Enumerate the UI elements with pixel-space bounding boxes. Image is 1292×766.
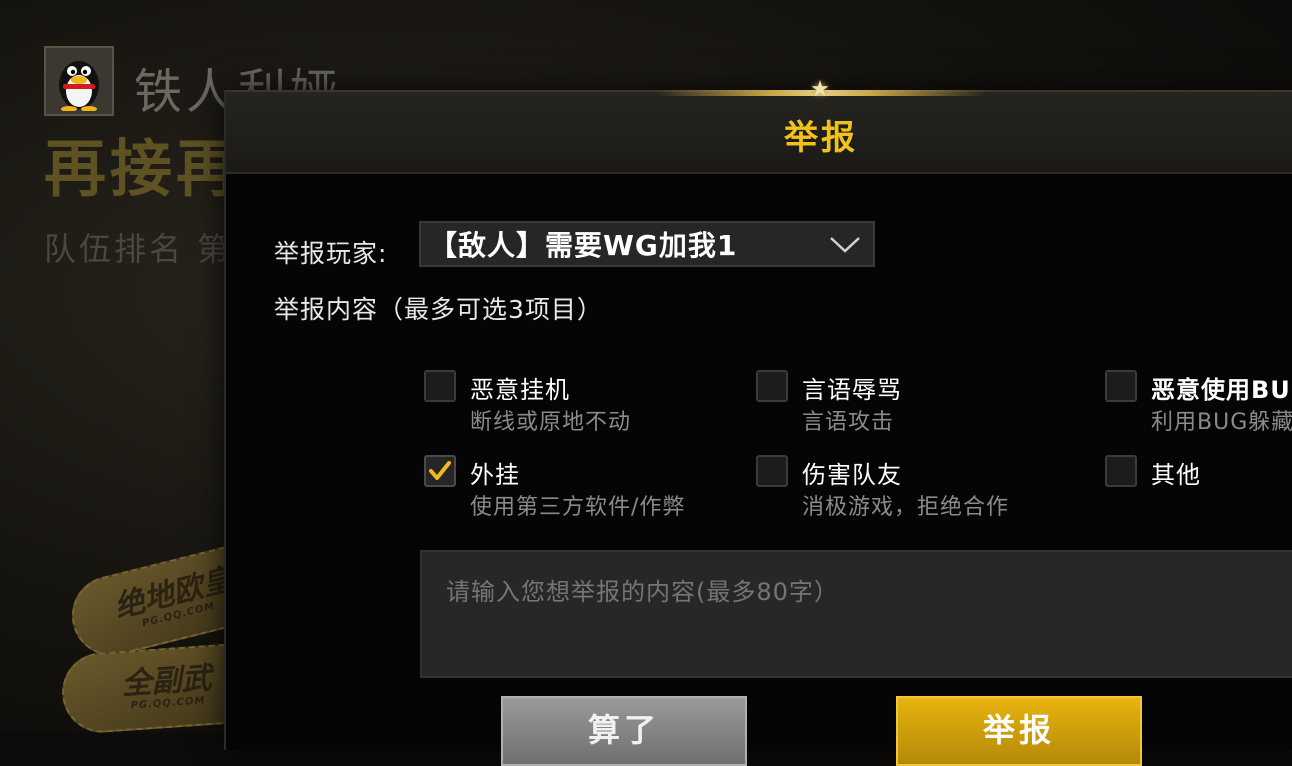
checkmark-icon [429,461,451,480]
option-title: 其他 [1151,461,1201,489]
option-checkbox[interactable] [424,370,456,402]
report-content-label: 举报内容（最多可选3项目） [274,295,603,324]
option-checkbox[interactable] [1105,455,1137,487]
option-desc: 断线或原地不动 [470,410,632,435]
option-checkbox[interactable] [756,370,788,402]
report-player-select[interactable]: 【敌人】需要WG加我1 [419,221,875,267]
selected-player: 【敌人】需要WG加我1 [429,229,738,262]
report-dialog: ★ 举报 举报玩家: 【敌人】需要WG加我1 举报内容（最多可选3项目） 恶意挂… [224,77,1292,766]
option-afk[interactable]: 恶意挂机 断线或原地不动 [424,370,754,440]
bg-slogan: 再接再 [44,132,243,205]
dogtag-title: 全副武 [120,660,213,703]
option-desc: 消极游戏，拒绝合作 [802,495,1010,520]
option-checkbox[interactable] [756,455,788,487]
cancel-button[interactable]: 算了 [501,696,747,766]
option-other[interactable]: 其他 [1105,455,1292,525]
option-title: 伤害队友 [802,461,902,489]
option-desc: 利用BUG躲藏 [1151,410,1292,435]
report-details-input[interactable] [420,550,1292,678]
chevron-down-icon [830,237,860,253]
option-title: 恶意使用BUG [1151,376,1292,404]
penguin-icon [59,61,99,111]
dialog-header: ★ 举报 [226,77,1292,174]
option-title: 言语辱骂 [802,376,902,404]
submit-report-button[interactable]: 举报 [896,696,1142,766]
option-cheat[interactable]: 外挂 使用第三方软件/作弊 [424,455,754,525]
option-bug-abuse[interactable]: 恶意使用BUG 利用BUG躲藏 [1105,370,1292,440]
option-checkbox[interactable] [1105,370,1137,402]
report-player-label: 举报玩家: [274,239,388,268]
dialog-title: 举报 [784,118,858,158]
player-avatar [44,46,114,116]
option-desc: 言语攻击 [802,410,895,435]
option-checkbox-checked[interactable] [424,455,456,487]
option-verbal-abuse[interactable]: 言语辱骂 言语攻击 [756,370,1086,440]
option-team-damage[interactable]: 伤害队友 消极游戏，拒绝合作 [756,455,1086,525]
option-desc: 使用第三方软件/作弊 [470,495,686,520]
option-title: 恶意挂机 [470,376,570,404]
star-icon: ★ [810,77,830,102]
option-title: 外挂 [470,461,520,489]
